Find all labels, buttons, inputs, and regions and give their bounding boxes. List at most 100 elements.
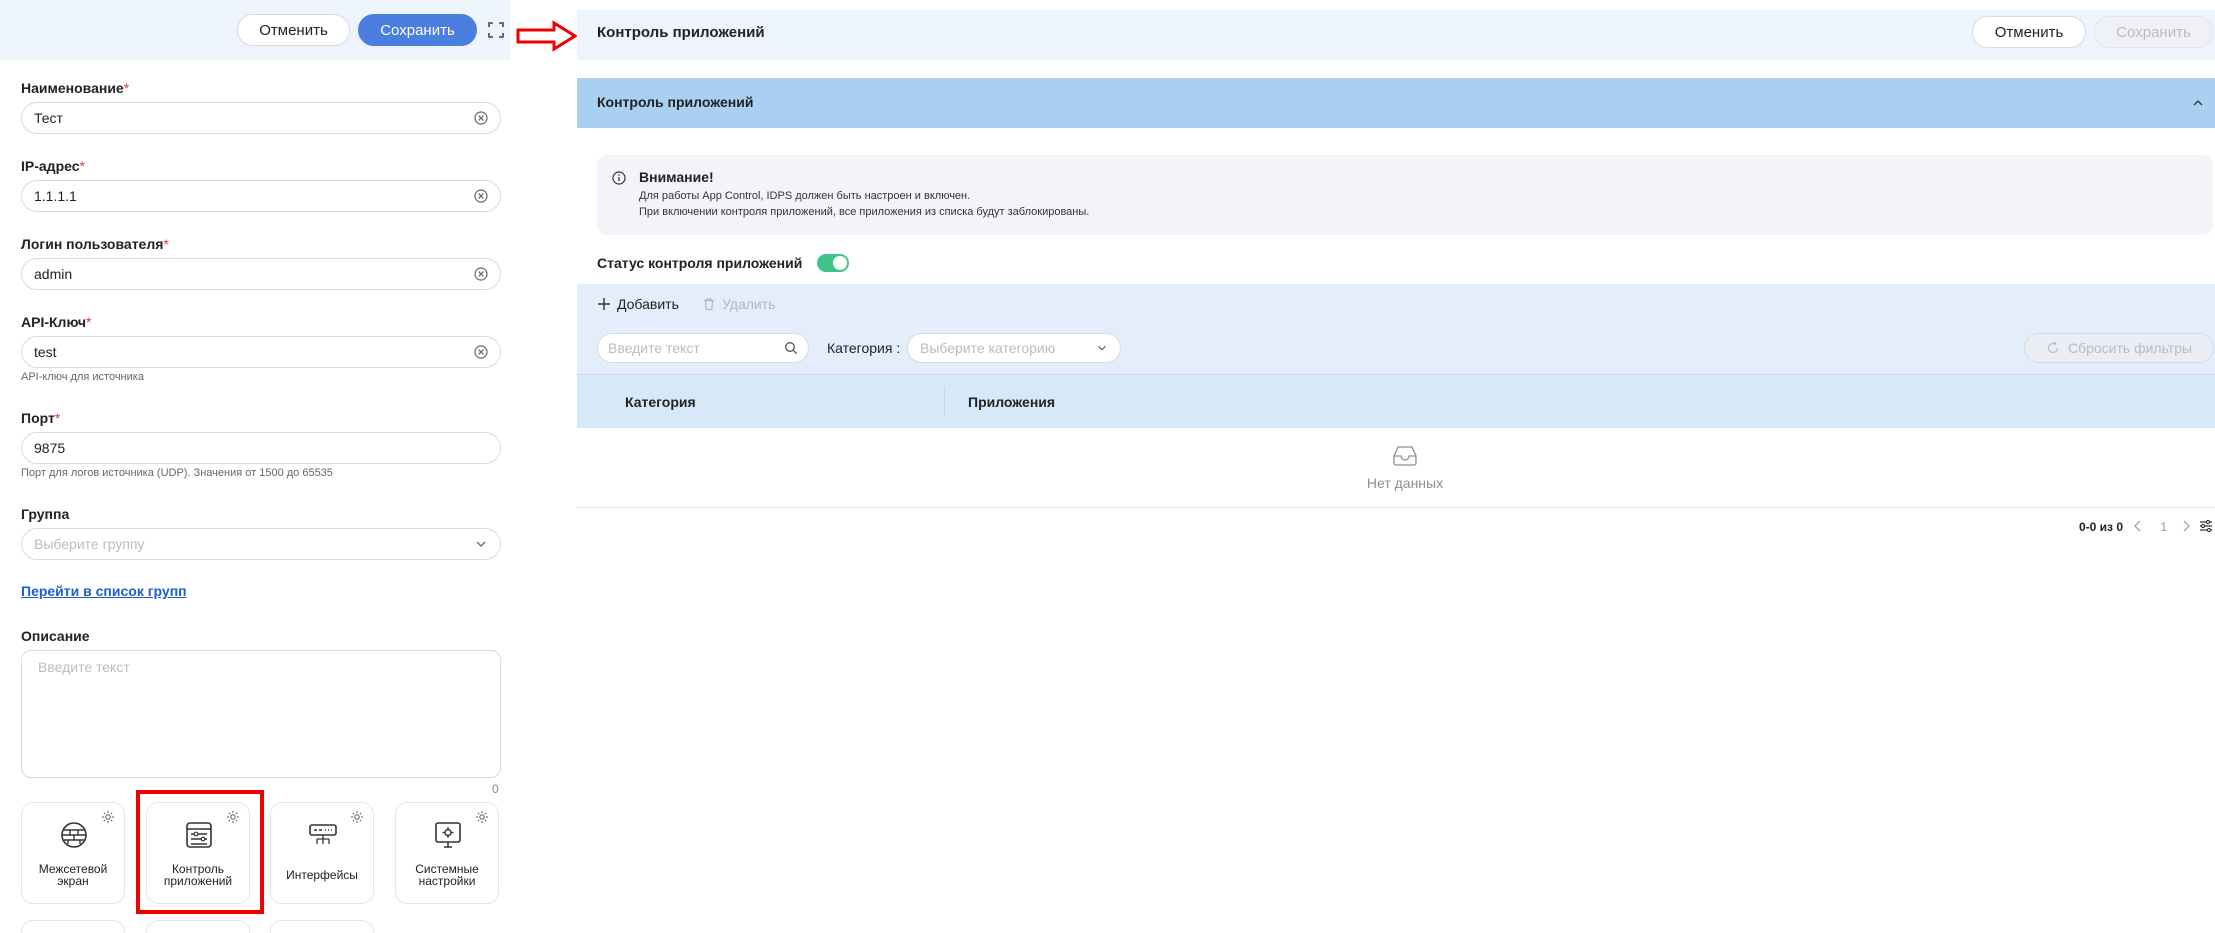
search-input[interactable]: Введите текст: [597, 333, 809, 363]
column-settings-icon[interactable]: [2199, 519, 2213, 533]
card-interfaces[interactable]: Интерфейсы: [270, 802, 374, 904]
required-mark: *: [79, 158, 85, 174]
pagination-info: 0-0 из 0: [2078, 520, 2123, 534]
alert-text: Для работы App Control, IDPS должен быть…: [639, 190, 971, 202]
card-firewall[interactable]: Межсетевой экран: [21, 802, 125, 904]
card-partial[interactable]: [21, 920, 125, 933]
ip-label-text: IP-адрес: [21, 158, 80, 174]
delete-label: Удалить: [722, 296, 776, 312]
name-label: Наименование*: [21, 80, 129, 96]
delete-button[interactable]: Удалить: [702, 296, 775, 312]
inbox-icon: [1393, 446, 1417, 466]
required-mark: *: [163, 236, 169, 252]
login-input[interactable]: admin: [21, 258, 501, 290]
port-label: Порт*: [21, 410, 60, 426]
chevron-left-icon[interactable]: [2133, 520, 2143, 532]
login-label: Логин пользователя*: [21, 236, 169, 252]
description-textarea[interactable]: Введите текст: [21, 650, 501, 778]
group-placeholder: Выберите группу: [34, 536, 145, 552]
login-label-text: Логин пользователя: [21, 236, 164, 252]
gear-icon[interactable]: [350, 810, 364, 824]
char-counter: 0: [492, 782, 499, 796]
ip-input[interactable]: 1.1.1.1: [21, 180, 501, 212]
ip-label: IP-адрес*: [21, 158, 85, 174]
group-label: Группа: [21, 506, 70, 522]
api-key-value: test: [34, 344, 57, 360]
interfaces-icon: [309, 824, 337, 844]
info-icon: [612, 171, 626, 185]
required-mark: *: [54, 410, 61, 426]
port-hint: Порт для логов источника (UDP). Значения…: [21, 467, 333, 479]
search-placeholder: Введите текст: [608, 340, 700, 356]
expand-icon[interactable]: [488, 22, 504, 38]
clear-icon[interactable]: [474, 267, 488, 281]
chevron-up-icon[interactable]: [2191, 96, 2205, 110]
card-label: Системные настройки: [415, 862, 479, 888]
clear-icon[interactable]: [474, 189, 488, 203]
clear-icon[interactable]: [474, 111, 488, 125]
plus-icon: [598, 298, 610, 310]
reset-filters-button[interactable]: Сбросить фильтры: [2024, 333, 2214, 363]
card-label: Интерфейсы: [286, 868, 358, 882]
card-label: Контроль приложений: [163, 862, 233, 888]
reset-label: Сбросить фильтры: [2067, 340, 2193, 356]
gear-icon[interactable]: [475, 810, 489, 824]
column-applications[interactable]: Приложения: [968, 394, 1055, 410]
required-mark: *: [86, 314, 92, 330]
page-number[interactable]: 1: [2160, 520, 2167, 534]
card-system-settings[interactable]: Системные настройки: [395, 802, 499, 904]
name-label-text: Наименование: [21, 80, 124, 96]
api-key-input[interactable]: test: [21, 336, 501, 368]
cancel-button[interactable]: Отменить: [237, 14, 350, 46]
cancel-button[interactable]: Отменить: [1972, 16, 2086, 48]
firewall-icon: [61, 822, 87, 848]
card-partial[interactable]: [146, 920, 250, 933]
chevron-right-icon[interactable]: [2181, 520, 2191, 532]
api-key-label-text: API-Ключ: [21, 314, 86, 330]
port-label-text: Порт: [21, 410, 55, 426]
column-category[interactable]: Категория: [625, 394, 696, 410]
app-control-header: Контроль приложений Отменить Сохранить: [577, 10, 2215, 60]
red-arrow-annotation: [516, 20, 578, 52]
ip-value: 1.1.1.1: [34, 188, 77, 204]
empty-text: Нет данных: [1366, 475, 1444, 491]
card-label: Межсетевой экран: [38, 862, 108, 888]
save-button[interactable]: Сохранить: [2094, 16, 2213, 48]
login-value: admin: [34, 266, 73, 282]
alert-text: При включении контроля приложений, все п…: [639, 206, 1090, 218]
chevron-down-icon: [1098, 345, 1106, 351]
section-title: Контроль приложений: [597, 94, 754, 110]
column-divider: [944, 387, 945, 417]
port-value: 9875: [34, 440, 66, 456]
gear-icon[interactable]: [226, 810, 240, 824]
clear-icon[interactable]: [474, 345, 488, 359]
section-header[interactable]: Контроль приложений: [577, 78, 2215, 128]
table-header: Категория Приложения: [577, 374, 2215, 428]
group-select[interactable]: Выберите группу: [21, 528, 501, 560]
name-value: Тест: [34, 110, 63, 126]
trash-icon: [704, 298, 714, 311]
screen: Отменить Сохранить Наименование* Тест IP…: [0, 0, 2215, 933]
add-label: Добавить: [617, 296, 679, 312]
alert-title: Внимание!: [639, 169, 714, 185]
card-partial[interactable]: [270, 920, 374, 933]
status-toggle[interactable]: [817, 254, 849, 272]
description-label: Описание: [21, 628, 90, 644]
api-key-label: API-Ключ*: [21, 314, 91, 330]
panel-title: Контроль приложений: [597, 24, 765, 41]
table-toolbar: Добавить Удалить Введите текст Категория…: [577, 284, 2215, 374]
table-empty-state: Нет данных: [577, 430, 2215, 508]
save-button[interactable]: Сохранить: [358, 14, 477, 46]
pagination: 0-0 из 0 1: [1577, 517, 2215, 537]
add-button[interactable]: Добавить: [597, 296, 679, 312]
group-list-link[interactable]: Перейти в список групп: [21, 583, 187, 599]
chevron-down-icon: [476, 541, 486, 547]
port-input[interactable]: 9875: [21, 432, 501, 464]
gear-icon[interactable]: [101, 810, 115, 824]
source-edit-panel: Отменить Сохранить Наименование* Тест IP…: [0, 0, 510, 933]
category-select[interactable]: Выберите категорию: [907, 333, 1121, 363]
left-header-bar: Отменить Сохранить: [0, 0, 510, 60]
category-placeholder: Выберите категорию: [920, 340, 1056, 356]
card-app-control[interactable]: Контроль приложений: [146, 802, 250, 904]
name-input[interactable]: Тест: [21, 102, 501, 134]
